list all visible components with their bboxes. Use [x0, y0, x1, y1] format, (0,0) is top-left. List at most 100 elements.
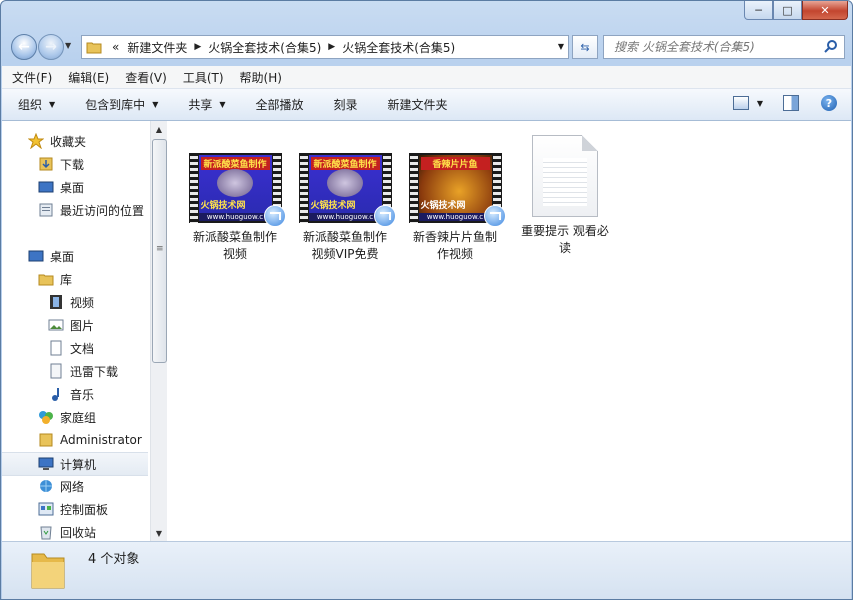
refresh-button[interactable]: ⇆: [572, 35, 598, 59]
nav-network[interactable]: 网络: [2, 475, 148, 497]
nav-scrollbar[interactable]: ▲ ≡ ▼: [150, 121, 167, 541]
thumb-subtitle: 火锅技术网: [420, 201, 466, 211]
breadcrumb-hotpot-1[interactable]: 火锅全套技术(合集5): [204, 39, 325, 56]
chevron-down-icon: ▼: [219, 100, 226, 109]
nav-downloads-label: 下载: [60, 157, 85, 172]
nav-desktop-favorite[interactable]: 桌面: [2, 176, 148, 198]
nav-downloads[interactable]: 下载: [2, 153, 148, 175]
thumb-url: www.huoguow.c: [418, 213, 492, 221]
organize-button[interactable]: 组织 ▼: [18, 96, 55, 113]
scroll-up-icon[interactable]: ▲: [151, 121, 167, 137]
recycle-bin-icon: [40, 526, 52, 540]
nav-videos[interactable]: 视频: [2, 291, 148, 313]
file-item-text[interactable]: 重要提示 观看必读: [515, 135, 615, 257]
nav-recycle-bin[interactable]: 回收站: [2, 521, 148, 541]
menu-help[interactable]: 帮助(H): [240, 69, 282, 86]
user-folder-icon: [39, 433, 53, 447]
file-name: 重要提示 观看必读: [521, 224, 609, 255]
back-button[interactable]: ←: [11, 34, 37, 60]
nav-libraries-label: 库: [60, 272, 73, 287]
file-name: 新香辣片片鱼制 作视频: [412, 230, 497, 261]
menu-file[interactable]: 文件(F): [12, 69, 52, 86]
forward-button[interactable]: →: [38, 34, 64, 60]
folder-icon: [86, 42, 102, 54]
address-dropdown-icon[interactable]: ▼: [558, 42, 564, 51]
nav-administrator[interactable]: Administrator: [2, 429, 148, 451]
nav-favorites[interactable]: 收藏夹: [2, 130, 148, 152]
item-count: 4 个对象: [88, 552, 140, 567]
nav-documents-label: 文档: [70, 341, 95, 356]
share-label: 共享: [188, 98, 213, 112]
menu-edit[interactable]: 编辑(E): [68, 69, 109, 86]
nav-computer[interactable]: 计算机: [2, 452, 148, 476]
forward-arrow-icon: →: [45, 39, 57, 55]
help-icon[interactable]: ?: [821, 95, 837, 111]
thunder-folder-icon: [50, 363, 62, 379]
scrollbar-thumb[interactable]: ≡: [152, 139, 167, 363]
explorer-window: ─ □ ✕ ← → ▼ « 新建文件夹 ▶ 火锅全套技术(合集5) ▶ 火锅全套…: [0, 0, 853, 600]
nav-control-panel[interactable]: 控制面板: [2, 498, 148, 520]
desktop-icon: [28, 250, 44, 262]
back-arrow-icon: ←: [18, 39, 30, 55]
include-library-button[interactable]: 包含到库中 ▼: [85, 96, 158, 113]
nav-recent-places-label: 最近访问的位置: [60, 203, 145, 218]
maximize-button[interactable]: □: [773, 1, 802, 20]
nav-libraries[interactable]: 库: [2, 268, 148, 290]
nav-recent-places[interactable]: 最近访问的位置: [2, 199, 148, 221]
minimize-button[interactable]: ─: [744, 1, 773, 20]
nav-desktop[interactable]: 桌面: [2, 245, 148, 267]
breadcrumb-hotpot-2[interactable]: 火锅全套技术(合集5): [338, 39, 459, 56]
thumb-url: www.huoguow.c: [308, 213, 382, 221]
breadcrumb-separator-icon[interactable]: ▶: [191, 42, 204, 52]
media-player-icon: [263, 205, 286, 227]
video-thumbnail: 香辣片片鱼 火锅技术网 www.huoguow.c: [408, 153, 506, 227]
file-item-video-2[interactable]: 新派酸菜鱼制作 火锅技术网 www.huoguow.c 新派酸菜鱼制作 视频VIP…: [295, 149, 396, 263]
address-bar[interactable]: « 新建文件夹 ▶ 火锅全套技术(合集5) ▶ 火锅全套技术(合集5) ▼: [81, 35, 569, 59]
nav-pictures[interactable]: 图片: [2, 314, 148, 336]
file-name: 新派酸菜鱼制作 视频: [192, 230, 277, 261]
breadcrumb-new-folder[interactable]: 新建文件夹: [123, 39, 191, 56]
folder-icon: [31, 553, 65, 589]
search-input[interactable]: [612, 39, 826, 55]
breadcrumb-overflow[interactable]: «: [108, 40, 123, 54]
recent-pages-dropdown-icon[interactable]: ▼: [65, 41, 71, 50]
command-bar: 组织 ▼ 包含到库中 ▼ 共享 ▼ 全部播放 刻录 新建文件夹 ▼ ?: [2, 89, 851, 121]
nav-thunder-downloads-label: 迅雷下载: [70, 364, 119, 379]
star-icon: [28, 133, 44, 149]
close-button[interactable]: ✕: [802, 1, 848, 20]
thumb-subtitle: 火锅技术网: [200, 201, 246, 211]
thumb-title: 香辣片片鱼: [420, 157, 490, 170]
nav-computer-label: 计算机: [60, 457, 97, 472]
file-item-video-1[interactable]: 新派酸菜鱼制作 火锅技术网 www.huoguow.c 新派酸菜鱼制作 视频: [185, 149, 286, 263]
menu-bar: 文件(F) 编辑(E) 查看(V) 工具(T) 帮助(H): [2, 66, 851, 89]
new-folder-button[interactable]: 新建文件夹: [388, 96, 448, 113]
change-view-icon[interactable]: [732, 96, 749, 110]
nav-desktop-favorite-label: 桌面: [60, 180, 85, 195]
nav-control-panel-label: 控制面板: [60, 502, 109, 517]
thumb-url: www.huoguow.c: [198, 213, 272, 221]
scroll-down-icon[interactable]: ▼: [151, 525, 167, 541]
file-item-video-3[interactable]: 香辣片片鱼 火锅技术网 www.huoguow.c 新香辣片片鱼制 作视频: [405, 149, 506, 263]
nav-homegroup[interactable]: 家庭组: [2, 406, 148, 428]
nav-thunder-downloads[interactable]: 迅雷下载: [2, 360, 148, 382]
breadcrumb-separator-icon[interactable]: ▶: [325, 42, 338, 52]
share-button[interactable]: 共享 ▼: [188, 96, 225, 113]
grip-icon: ≡: [156, 244, 164, 254]
nav-pictures-label: 图片: [70, 318, 95, 333]
nav-music[interactable]: 音乐: [2, 383, 148, 405]
control-panel-icon: [38, 502, 54, 516]
music-icon: [52, 388, 59, 401]
library-icon: [38, 274, 54, 286]
nav-administrator-label: Administrator: [60, 433, 142, 447]
nav-documents[interactable]: 文档: [2, 337, 148, 359]
chevron-down-icon: ▼: [49, 100, 56, 109]
search-box[interactable]: [603, 35, 845, 59]
network-icon: [40, 480, 52, 492]
search-icon[interactable]: [824, 39, 838, 53]
menu-tools[interactable]: 工具(T): [183, 69, 224, 86]
menu-view[interactable]: 查看(V): [125, 69, 167, 86]
view-dropdown-icon[interactable]: ▼: [757, 99, 763, 108]
burn-button[interactable]: 刻录: [334, 96, 358, 113]
preview-pane-icon[interactable]: [783, 95, 799, 111]
play-all-button[interactable]: 全部播放: [256, 96, 304, 113]
